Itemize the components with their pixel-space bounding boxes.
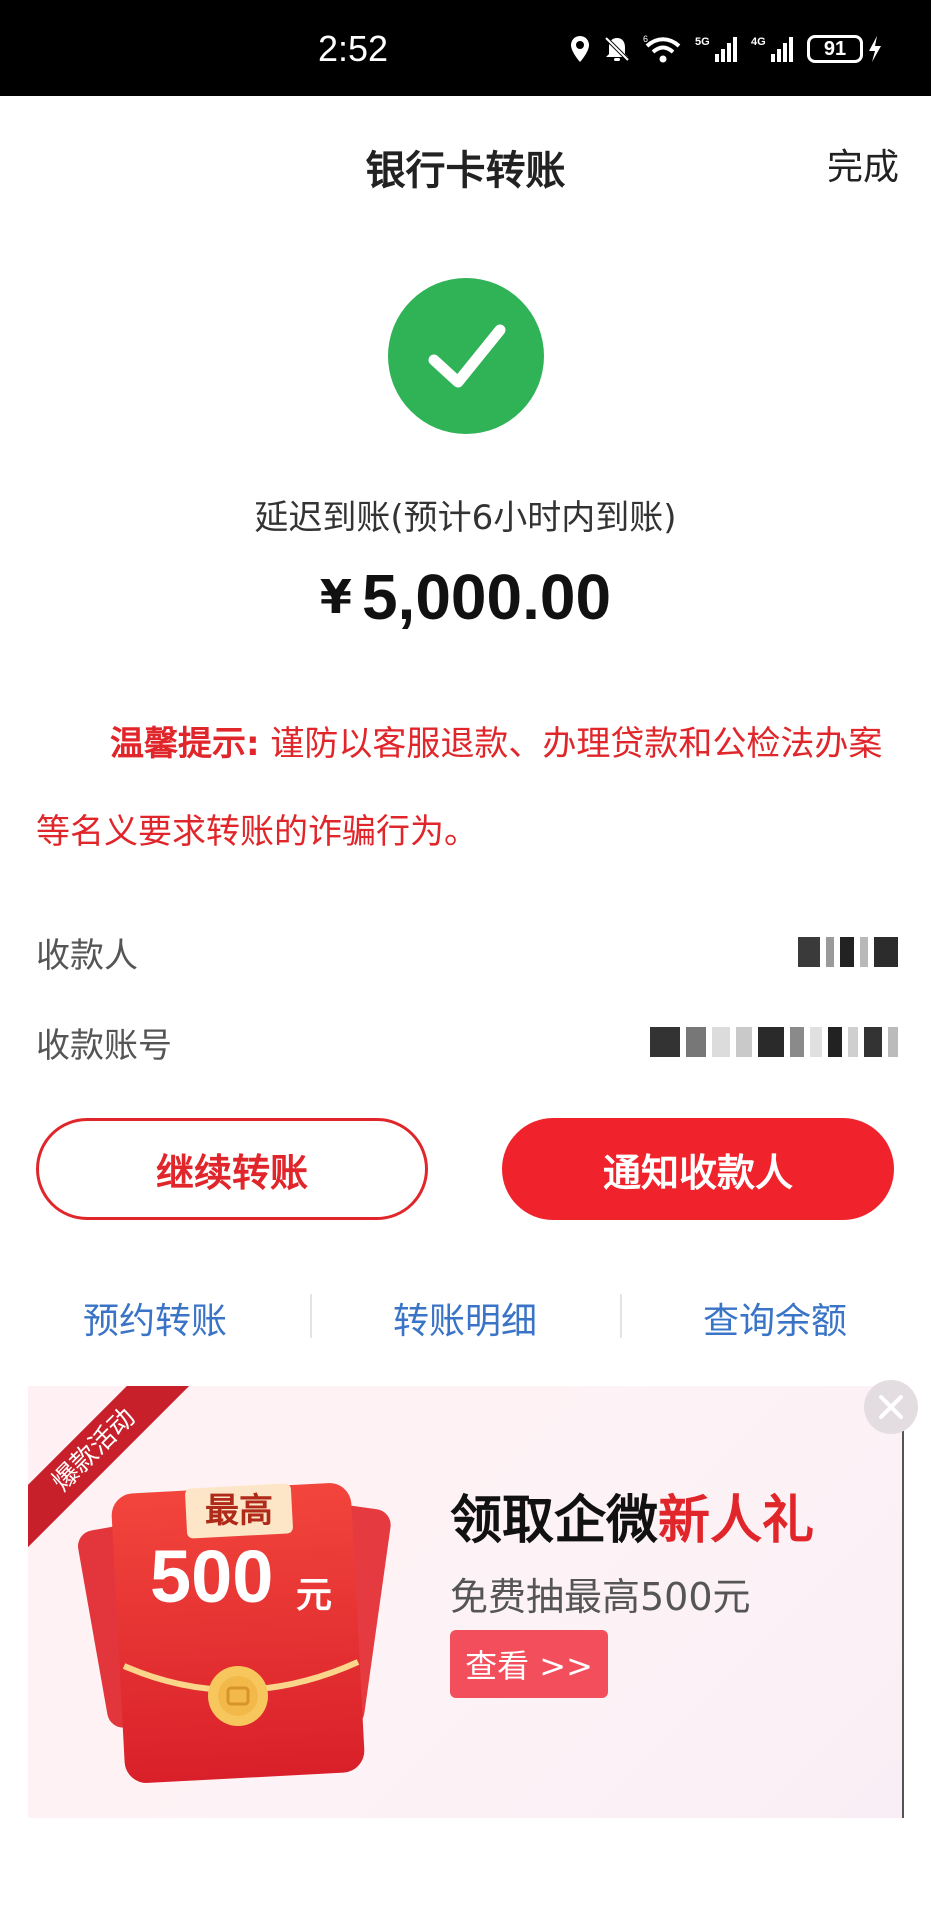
svg-text:6: 6	[643, 34, 648, 44]
continue-transfer-button[interactable]: 继续转账	[36, 1118, 428, 1220]
bolt-icon	[869, 36, 881, 62]
link-check-balance[interactable]: 查询余额	[620, 1292, 930, 1344]
battery-level: 91	[807, 35, 863, 63]
fraud-warning: 温馨提示: 谨防以客服退款、办理贷款和公检法办案等名义要求转账的诈骗行为。	[36, 700, 898, 876]
account-value-redacted	[650, 1022, 898, 1062]
banner-title-main: 领取企微	[450, 1491, 659, 1551]
envelope-unit: 元	[296, 1575, 333, 1616]
success-badge	[388, 278, 544, 434]
banner-subtitle: 免费抽最高500元	[450, 1575, 751, 1619]
status-time: 2:52	[318, 28, 389, 69]
transfer-status: 延迟到账(预计6小时内到账)	[254, 498, 677, 538]
wifi-icon: 6	[643, 34, 681, 63]
done-button[interactable]: 完成	[827, 138, 899, 190]
signal-icon: 4G	[751, 36, 793, 62]
close-icon[interactable]	[864, 1380, 918, 1434]
page-title: 银行卡转账	[365, 148, 566, 194]
banner-title: 领取企微新人礼	[450, 1478, 814, 1553]
payee-row: 收款人	[36, 920, 898, 980]
payee-label: 收款人	[36, 936, 138, 976]
promo-banner[interactable]: 爆款活动 最高 500 元 领取企微新人礼 免费抽最高500元 查看 >>	[28, 1386, 904, 1818]
header: 银行卡转账 完成	[0, 96, 931, 226]
battery-icon: 91	[807, 35, 883, 63]
account-label: 收款账号	[36, 1026, 172, 1066]
status-bar: 2:52 6 5G 4G 91	[0, 0, 931, 96]
account-row: 收款账号	[36, 1010, 898, 1070]
location-icon	[571, 36, 589, 62]
check-icon	[428, 324, 506, 388]
banner-view-button[interactable]: 查看 >>	[450, 1630, 608, 1698]
transfer-amount: ¥5,000.00	[0, 560, 931, 634]
quick-links: 预约转账 转账明细 查询余额	[0, 1280, 931, 1350]
envelope-amount: 500	[150, 1535, 274, 1618]
bell-off-icon	[604, 36, 630, 62]
link-scheduled-transfer[interactable]: 预约转账	[0, 1292, 310, 1344]
svg-text:4G: 4G	[751, 36, 766, 48]
link-transfer-details[interactable]: 转账明细	[310, 1292, 620, 1344]
warning-label: 温馨提示:	[110, 724, 260, 764]
status-icons: 6 5G 4G 91	[569, 34, 883, 64]
currency-symbol: ¥	[319, 570, 352, 624]
amount-value: 5,000.00	[361, 561, 612, 633]
svg-text:5G: 5G	[695, 36, 710, 48]
envelope-top-label: 最高	[205, 1491, 273, 1531]
notify-payee-button[interactable]: 通知收款人	[502, 1118, 894, 1220]
payee-value-redacted	[798, 932, 898, 972]
banner-title-highlight: 新人礼	[658, 1491, 815, 1551]
signal-icon: 5G	[695, 36, 737, 62]
